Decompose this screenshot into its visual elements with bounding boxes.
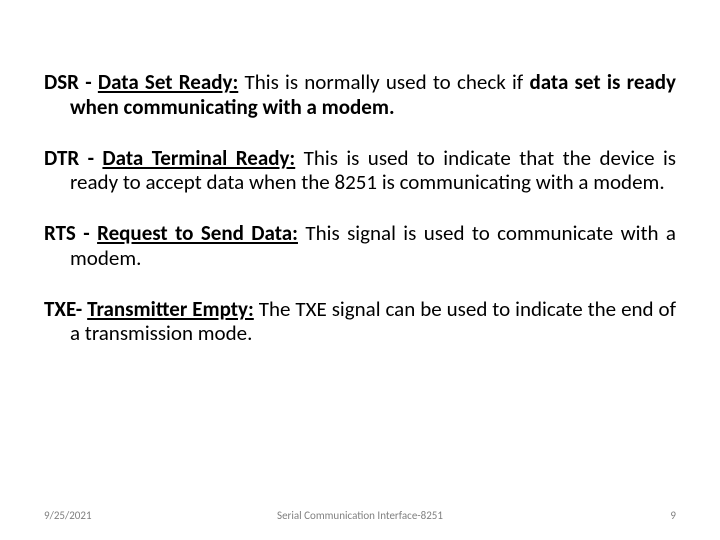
slide: DSR - Data Set Ready: This is normally u…	[0, 0, 720, 540]
entry-txe: TXE- Transmitter Empty: The TXE signal c…	[44, 297, 676, 347]
content-area: DSR - Data Set Ready: This is normally u…	[44, 70, 676, 346]
term-label: Request to Send Data:	[97, 220, 298, 246]
term-label: Data Set Ready:	[98, 69, 238, 95]
entry-dtr: DTR - Data Terminal Ready: This is used …	[44, 146, 676, 196]
term-prefix: TXE-	[44, 296, 87, 322]
body-text: This is normally used to check if	[238, 69, 529, 95]
term-prefix: DTR -	[44, 145, 102, 171]
footer-page-number: 9	[670, 509, 676, 522]
term-prefix: DSR -	[44, 69, 98, 95]
term-prefix: RTS -	[44, 220, 97, 246]
term-label: Transmitter Empty:	[87, 296, 254, 322]
footer-title: Serial Communication Interface-8251	[44, 509, 676, 522]
entry-dsr: DSR - Data Set Ready: This is normally u…	[44, 70, 676, 120]
footer-date: 9/25/2021	[44, 509, 92, 522]
entry-rts: RTS - Request to Send Data: This signal …	[44, 221, 676, 271]
term-label: Data Terminal Ready:	[102, 145, 295, 171]
footer: 9/25/2021 Serial Communication Interface…	[44, 509, 676, 522]
